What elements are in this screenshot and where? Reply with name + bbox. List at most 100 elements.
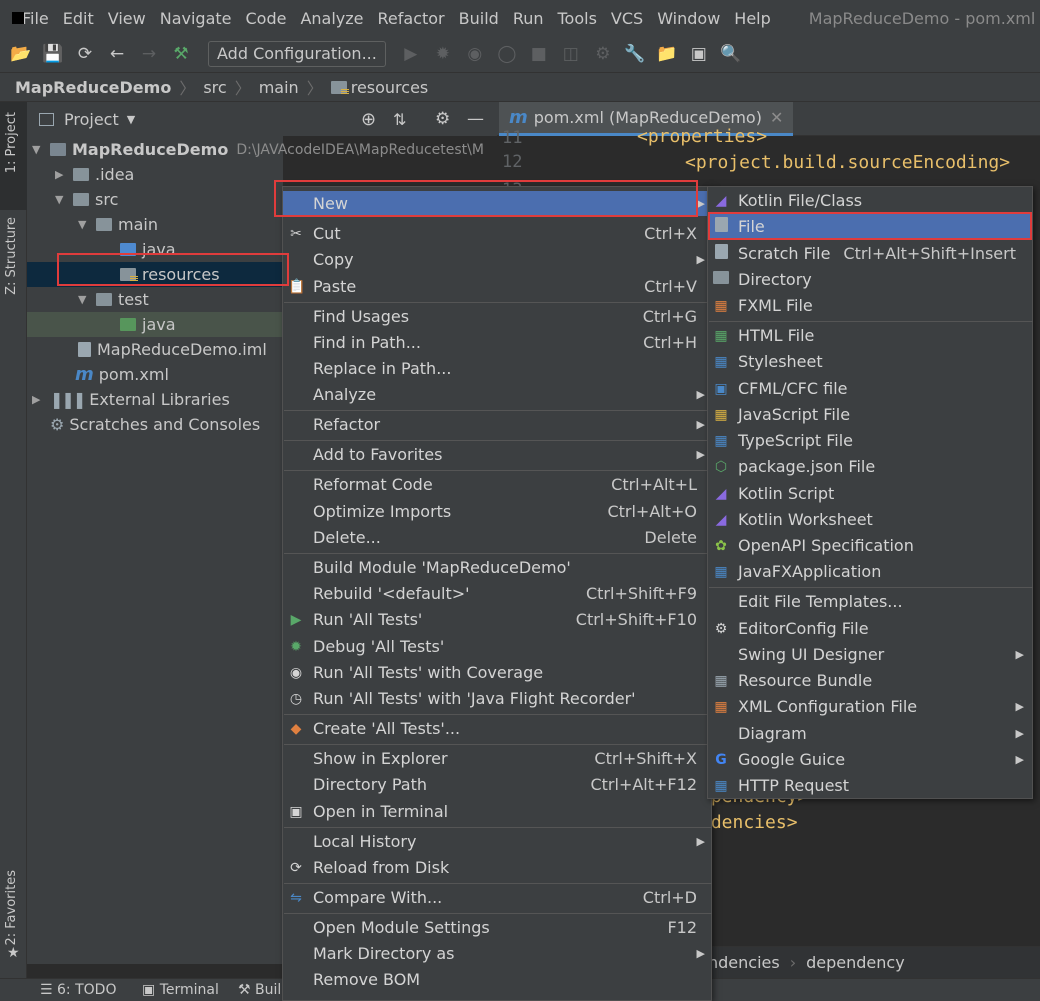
menu-item-replace-in-path[interactable]: Replace in Path...: [283, 356, 711, 381]
menu-tools[interactable]: Tools: [558, 9, 597, 28]
tree-item-external-libraries[interactable]: ▶ ❚❚❚ External Libraries: [27, 387, 283, 412]
todo-tool-tab[interactable]: ☰ 6: TODO: [40, 982, 116, 998]
menu-item-refactor[interactable]: Refactor ▶: [283, 412, 711, 437]
menu-item-run-all-tests[interactable]: ▶ Run 'All Tests' Ctrl+Shift+F10: [283, 607, 711, 632]
menu-item-build-module[interactable]: Build Module 'MapReduceDemo': [283, 555, 711, 580]
menu-item-copy[interactable]: Copy ▶: [283, 247, 711, 272]
project-panel-title[interactable]: Project: [64, 110, 119, 129]
submenu-item-diagram[interactable]: Diagram ▶: [708, 721, 1032, 746]
menu-item-find-usages[interactable]: Find Usages Ctrl+G: [283, 304, 711, 329]
tree-item-test[interactable]: ▼ test: [27, 287, 283, 312]
submenu-item-resource-bundle[interactable]: ▦ Resource Bundle: [708, 668, 1032, 693]
coverage-icon[interactable]: ◉: [464, 43, 486, 65]
debug-icon[interactable]: ✹: [432, 43, 454, 65]
submenu-item-stylesheet[interactable]: ▦ Stylesheet: [708, 349, 1032, 374]
breadcrumb-src[interactable]: src: [203, 78, 226, 97]
menu-item-compare-with[interactable]: ⇋ Compare With... Ctrl+D: [283, 885, 711, 910]
submenu-item-directory[interactable]: Directory: [708, 267, 1032, 292]
submenu-item-package-json[interactable]: ⬡ package.json File: [708, 454, 1032, 479]
breadcrumb-project[interactable]: MapReduceDemo: [15, 78, 171, 97]
menu-build[interactable]: Build: [459, 9, 499, 28]
sync-icon[interactable]: ⟳: [74, 43, 96, 65]
submenu-item-http-request[interactable]: ▦ HTTP Request: [708, 773, 1032, 798]
tree-item-pom[interactable]: m pom.xml: [27, 362, 283, 387]
expanded-arrow-icon[interactable]: ▼: [78, 218, 88, 231]
menu-file[interactable]: File: [22, 9, 49, 28]
editor-crumb[interactable]: ndencies: [708, 953, 780, 972]
tree-item-iml[interactable]: MapReduceDemo.iml: [27, 337, 283, 362]
profile-icon[interactable]: ◯: [496, 43, 518, 65]
menu-edit[interactable]: Edit: [63, 9, 94, 28]
menu-item-directory-path[interactable]: Directory Path Ctrl+Alt+F12: [283, 772, 711, 797]
submenu-item-cfml[interactable]: ▣ CFML/CFC file: [708, 376, 1032, 401]
submenu-item-kotlin-worksheet[interactable]: ◢ Kotlin Worksheet: [708, 507, 1032, 532]
locate-crosshair-icon[interactable]: ⊕: [361, 109, 376, 130]
submenu-item-editorconfig[interactable]: ⚙ EditorConfig File: [708, 616, 1032, 641]
tree-item-main[interactable]: ▼ main: [27, 212, 283, 237]
tree-item-scratches[interactable]: ⚙ Scratches and Consoles: [27, 412, 283, 437]
breadcrumb-resources[interactable]: resources: [351, 78, 429, 97]
save-icon[interactable]: 💾: [42, 43, 64, 65]
menu-item-add-to-favorites[interactable]: Add to Favorites ▶: [283, 442, 711, 467]
project-tool-tab[interactable]: 1: Project: [4, 112, 19, 173]
menu-item-delete[interactable]: Delete... Delete: [283, 525, 711, 550]
open-folder-icon[interactable]: 📂: [10, 43, 32, 65]
menu-item-create-all-tests[interactable]: ◆ Create 'All Tests'...: [283, 716, 711, 741]
menu-analyze[interactable]: Analyze: [300, 9, 363, 28]
menu-item-reformat-code[interactable]: Reformat Code Ctrl+Alt+L: [283, 472, 711, 497]
menu-item-open-in-terminal[interactable]: ▣ Open in Terminal: [283, 799, 711, 824]
back-arrow-icon[interactable]: ←: [106, 43, 128, 65]
menu-item-mark-directory-as[interactable]: Mark Directory as ▶: [283, 941, 711, 966]
tree-item-test-java[interactable]: java: [27, 312, 283, 337]
collapsed-arrow-icon[interactable]: ▶: [32, 393, 42, 406]
structure-tool-tab[interactable]: Z: Structure: [4, 217, 19, 295]
submenu-item-scratch-file[interactable]: Scratch File Ctrl+Alt+Shift+Insert: [708, 241, 1032, 266]
tree-item-idea[interactable]: ▶ .idea: [27, 162, 283, 187]
menu-view[interactable]: View: [108, 9, 146, 28]
gear-icon[interactable]: ⚙: [435, 109, 450, 129]
menu-help[interactable]: Help: [734, 9, 770, 28]
menu-item-find-in-path[interactable]: Find in Path... Ctrl+H: [283, 330, 711, 355]
expanded-arrow-icon[interactable]: ▼: [55, 193, 65, 206]
menu-item-run-coverage[interactable]: ◉ Run 'All Tests' with Coverage: [283, 660, 711, 685]
attach-icon[interactable]: ◫: [560, 43, 582, 65]
submenu-item-openapi[interactable]: ✿ OpenAPI Specification: [708, 533, 1032, 558]
menu-item-local-history[interactable]: Local History ▶: [283, 829, 711, 854]
expanded-arrow-icon[interactable]: ▼: [78, 293, 88, 306]
menu-item-analyze[interactable]: Analyze ▶: [283, 382, 711, 407]
submenu-item-html[interactable]: ▦ HTML File: [708, 323, 1032, 348]
add-configuration-button[interactable]: Add Configuration...: [208, 41, 386, 67]
build-tool-tab[interactable]: ⚒ Buil: [238, 982, 281, 998]
menu-item-run-flight-recorder[interactable]: ◷ Run 'All Tests' with 'Java Flight Recor…: [283, 686, 711, 711]
menu-item-remove-bom[interactable]: Remove BOM: [283, 967, 711, 992]
expanded-arrow-icon[interactable]: ▼: [32, 143, 42, 156]
close-icon[interactable]: ✕: [770, 108, 783, 127]
submenu-item-kotlin-file[interactable]: ◢ Kotlin File/Class: [708, 188, 1032, 213]
menu-item-open-module-settings[interactable]: Open Module Settings F12: [283, 915, 711, 940]
settings-wrench-icon[interactable]: 🔧: [624, 43, 646, 65]
submenu-item-typescript[interactable]: ▦ TypeScript File: [708, 428, 1032, 453]
submenu-item-google-guice[interactable]: G Google Guice ▶: [708, 747, 1032, 772]
terminal-tool-tab[interactable]: ▣ Terminal: [142, 982, 219, 998]
menu-item-paste[interactable]: 📋 Paste Ctrl+V: [283, 274, 711, 299]
menu-item-reload-from-disk[interactable]: ⟳ Reload from Disk: [283, 855, 711, 880]
build-hammer-icon[interactable]: ⚒: [170, 43, 192, 65]
menu-item-rebuild[interactable]: Rebuild '<default>' Ctrl+Shift+F9: [283, 581, 711, 606]
submenu-item-kotlin-script[interactable]: ◢ Kotlin Script: [708, 481, 1032, 506]
editor-crumb[interactable]: dependency: [806, 953, 905, 972]
menu-vcs[interactable]: VCS: [611, 9, 643, 28]
favorites-tool-tab[interactable]: 2: Favorites: [4, 870, 19, 946]
submenu-item-edit-file-templates[interactable]: Edit File Templates...: [708, 589, 1032, 614]
stop-icon[interactable]: ■: [528, 43, 550, 65]
menu-navigate[interactable]: Navigate: [160, 9, 232, 28]
submenu-item-xml-config[interactable]: ▦ XML Configuration File ▶: [708, 694, 1032, 719]
menu-window[interactable]: Window: [657, 9, 720, 28]
tree-item-root[interactable]: ▼ MapReduceDemo D:\JAVAcodeIDEA\MapReduc…: [27, 137, 497, 162]
run-icon[interactable]: ▶: [400, 43, 422, 65]
submenu-item-javafx[interactable]: ▦ JavaFXApplication: [708, 559, 1032, 584]
hide-panel-icon[interactable]: —: [467, 109, 484, 129]
search-icon[interactable]: 🔍: [720, 43, 742, 65]
chevron-down-icon[interactable]: ▼: [127, 113, 135, 126]
breadcrumb-main[interactable]: main: [259, 78, 299, 97]
menu-item-cut[interactable]: ✂ Cut Ctrl+X: [283, 221, 711, 246]
